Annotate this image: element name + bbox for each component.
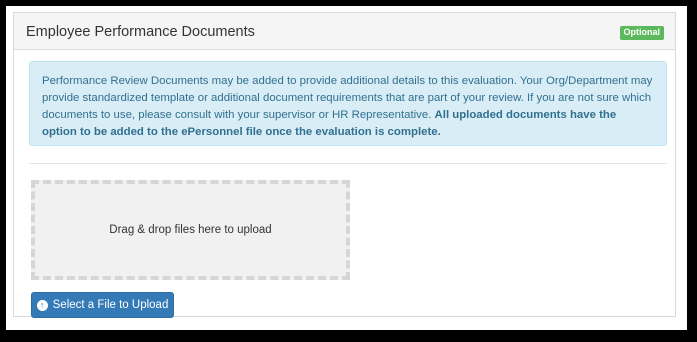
file-dropzone[interactable]: Drag & drop files here to upload: [31, 180, 350, 280]
panel-title: Employee Performance Documents: [26, 24, 255, 40]
divider: [29, 163, 667, 164]
panel-header: Employee Performance Documents Optional: [14, 13, 675, 50]
info-alert: Performance Review Documents may be adde…: [29, 61, 667, 146]
arrow-circle-up-icon: ↑: [36, 299, 48, 311]
documents-panel: Employee Performance Documents Optional …: [13, 12, 676, 318]
dropzone-label: Drag & drop files here to upload: [109, 224, 272, 236]
select-file-button[interactable]: ↑ Select a File to Upload: [31, 292, 174, 318]
select-file-label: Select a File to Upload: [52, 299, 169, 311]
optional-badge: Optional: [619, 26, 664, 40]
window-frame: Employee Performance Documents Optional …: [0, 0, 697, 342]
